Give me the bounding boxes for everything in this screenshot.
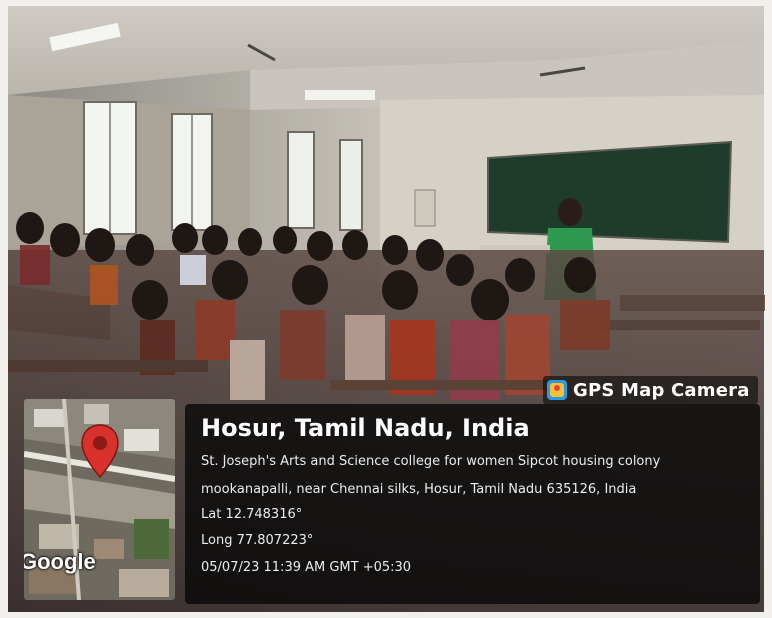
gps-map-camera-watermark: GPS Map Camera <box>543 376 758 404</box>
watermark-brand-label: GPS Map Camera <box>573 379 750 401</box>
longitude-value: Long 77.807223° <box>201 533 314 548</box>
address-line-1: St. Joseph's Arts and Science college fo… <box>201 454 661 469</box>
place-title: Hosur, Tamil Nadu, India <box>201 414 530 442</box>
address-line-2: mookanapalli, near Chennai silks, Hosur,… <box>201 482 637 497</box>
gps-map-camera-app-icon <box>547 380 567 400</box>
google-logo: Google <box>24 549 96 574</box>
latitude-value: Lat 12.748316° <box>201 507 303 522</box>
map-pin-icon <box>81 424 119 479</box>
timestamp: 05/07/23 11:39 AM GMT +05:30 <box>201 560 412 575</box>
map-thumbnail: Google <box>24 399 175 600</box>
